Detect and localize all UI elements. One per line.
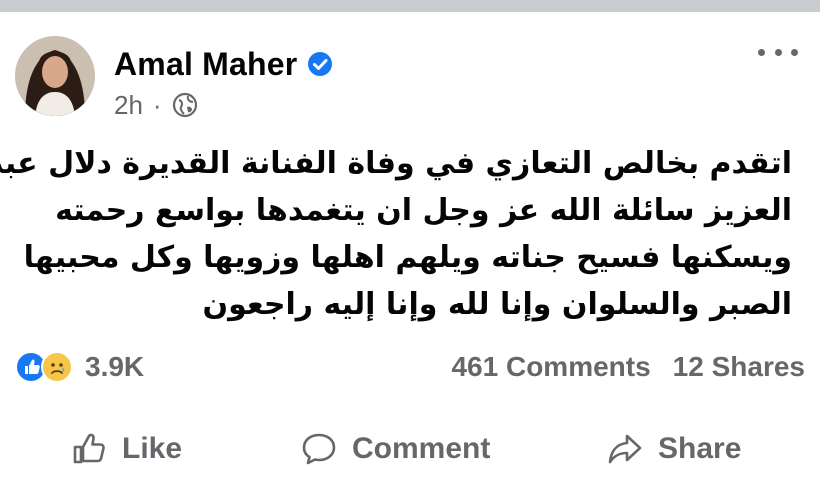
top-divider-bar bbox=[0, 0, 820, 12]
post-timestamp[interactable]: 2h bbox=[114, 90, 143, 121]
post-stats: 3.9K 461 Comments 12 Shares bbox=[15, 347, 805, 387]
post-text-line: الصبر والسلوان وإنا لله وإنا إليه راجعون bbox=[202, 287, 792, 322]
sad-reaction-icon bbox=[41, 351, 73, 383]
post-text-line: ويسكنها فسيح جناته ويلهم اهلها وزويها وك… bbox=[23, 240, 792, 275]
share-label: Share bbox=[658, 432, 742, 465]
more-dot bbox=[774, 48, 782, 56]
more-dot bbox=[791, 48, 798, 56]
post-text-line: العزيز سائلة الله عز وجل ان يتغمدها بواس… bbox=[55, 193, 792, 228]
share-icon bbox=[608, 434, 642, 464]
post-actions-bar: Like Comment Share bbox=[0, 420, 820, 480]
comment-button[interactable]: Comment bbox=[300, 430, 490, 468]
comment-icon bbox=[302, 433, 336, 465]
meta-separator: · bbox=[152, 89, 162, 120]
avatar-photo bbox=[15, 36, 95, 116]
reactions-count[interactable]: 3.9K bbox=[85, 351, 144, 383]
post-body: اتقدم بخالص التعازي في وفاة الفنانة القد… bbox=[0, 140, 792, 328]
post-text-line: اتقدم بخالص التعازي في وفاة الفنانة القد… bbox=[0, 146, 792, 181]
comments-count[interactable]: 461 Comments bbox=[451, 351, 650, 383]
globe-icon[interactable] bbox=[172, 92, 198, 118]
shares-count[interactable]: 12 Shares bbox=[673, 351, 805, 383]
avatar[interactable] bbox=[15, 36, 95, 116]
comment-label: Comment bbox=[352, 432, 491, 465]
like-button[interactable]: Like bbox=[70, 430, 182, 468]
more-dot bbox=[758, 48, 765, 56]
verified-badge-icon bbox=[307, 51, 333, 77]
share-button[interactable]: Share bbox=[606, 430, 741, 468]
like-icon bbox=[73, 433, 105, 464]
more-options-icon[interactable] bbox=[758, 42, 798, 62]
reactions-summary[interactable]: 3.9K bbox=[15, 351, 144, 383]
author-name[interactable]: Amal Maher bbox=[114, 46, 297, 83]
like-label: Like bbox=[122, 432, 183, 465]
